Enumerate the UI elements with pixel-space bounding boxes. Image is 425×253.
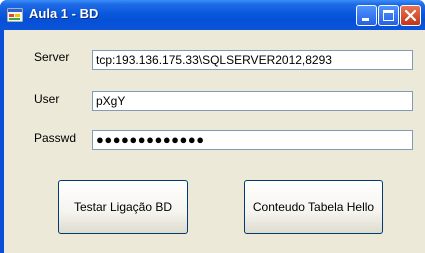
server-label: Server	[34, 50, 70, 64]
table-content-button[interactable]: Conteudo Tabela Hello	[244, 180, 383, 234]
close-button[interactable]	[400, 5, 421, 26]
minimize-button[interactable]	[356, 5, 377, 26]
title-bar[interactable]: Aula 1 - BD	[0, 0, 425, 30]
maximize-icon	[383, 10, 394, 21]
app-window: Aula 1 - BD Server tcp:193.136.175.33\SQ…	[0, 0, 425, 253]
user-label: User	[34, 92, 60, 106]
password-label: Passwd	[34, 131, 77, 145]
minimize-icon	[362, 18, 369, 21]
maximize-button[interactable]	[378, 5, 399, 26]
form-body: Server tcp:193.136.175.33\SQLSERVER2012,…	[4, 30, 425, 253]
user-field[interactable]: pXgY	[92, 91, 413, 111]
app-icon[interactable]	[6, 7, 24, 23]
server-field[interactable]: tcp:193.136.175.33\SQLSERVER2012,8293	[92, 50, 413, 70]
close-icon	[404, 9, 417, 22]
password-field[interactable]: ●●●●●●●●●●●●●	[92, 130, 413, 150]
test-connection-button[interactable]: Testar Ligação BD	[58, 180, 188, 234]
window-title: Aula 1 - BD	[29, 6, 99, 21]
